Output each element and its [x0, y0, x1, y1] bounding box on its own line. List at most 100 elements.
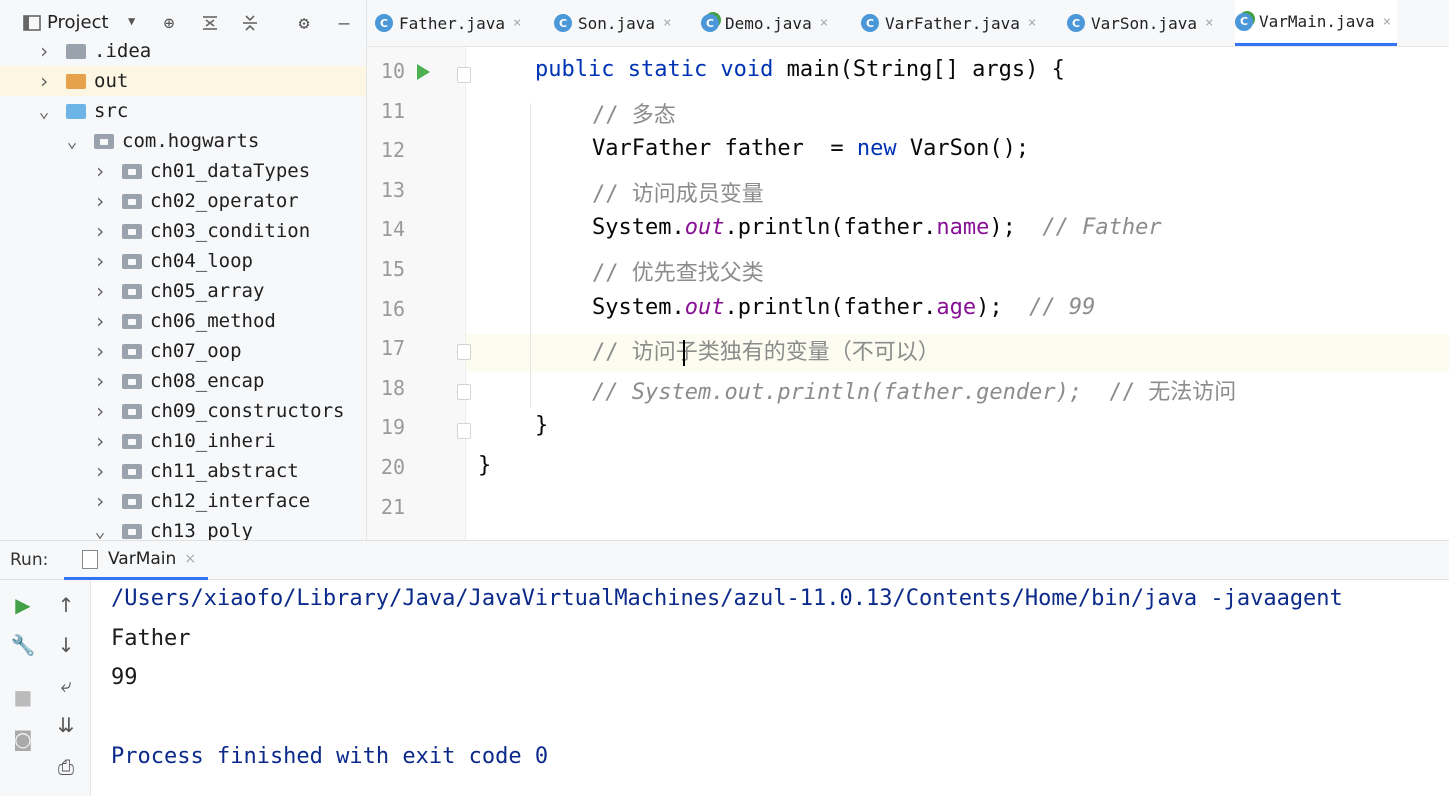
- chevron-right-icon[interactable]: ›: [92, 489, 108, 513]
- close-icon[interactable]: ×: [1205, 15, 1213, 31]
- chevron-right-icon[interactable]: ›: [92, 399, 108, 423]
- chevron-right-icon[interactable]: ›: [92, 429, 108, 453]
- code-editor[interactable]: 10 11 12 13 14 15 16 17 18 19 20 21 public static v…: [367, 47, 1449, 540]
- up-arrow-icon[interactable]: ↑: [53, 592, 79, 618]
- fold-marker-icon[interactable]: [457, 344, 471, 361]
- chevron-right-icon[interactable]: ›: [92, 189, 108, 213]
- chevron-down-icon[interactable]: ▼: [128, 14, 135, 28]
- chevron-right-icon[interactable]: ›: [92, 219, 108, 243]
- tree-item-ch12-interface[interactable]: › ch12_interface: [0, 486, 366, 516]
- folder-icon: [122, 194, 142, 209]
- tree-item-src[interactable]: ⌄ src: [0, 96, 366, 126]
- wrench-icon[interactable]: 🔧: [10, 632, 36, 658]
- close-icon[interactable]: ×: [1383, 14, 1391, 30]
- fold-marker-icon[interactable]: [457, 423, 471, 440]
- tree-item-ch02-operator[interactable]: › ch02_operator: [0, 186, 366, 216]
- tree-item-ch04-loop[interactable]: › ch04_loop: [0, 246, 366, 276]
- chevron-right-icon[interactable]: ›: [92, 159, 108, 183]
- code-line: // 多态: [592, 97, 676, 129]
- expand-all-icon[interactable]: [198, 11, 222, 35]
- gear-icon[interactable]: ⚙: [292, 11, 316, 35]
- tab-varfather[interactable]: C VarFather.java ×: [861, 0, 1042, 46]
- tree-item-ch11-abstract[interactable]: › ch11_abstract: [0, 456, 366, 486]
- tab-varmain[interactable]: C VarMain.java ×: [1235, 0, 1398, 46]
- chevron-right-icon[interactable]: ›: [92, 249, 108, 273]
- chevron-right-icon[interactable]: ›: [36, 39, 52, 63]
- run-gutter-icon[interactable]: [417, 64, 430, 80]
- scroll-to-end-icon[interactable]: ⇊: [53, 712, 79, 738]
- collapse-all-icon[interactable]: [238, 11, 262, 35]
- close-icon[interactable]: ×: [820, 15, 828, 31]
- code-token: VarSon();: [909, 136, 1030, 162]
- folder-icon: [122, 494, 142, 509]
- tree-item-idea[interactable]: › .idea: [0, 36, 366, 66]
- chevron-right-icon[interactable]: ›: [92, 369, 108, 393]
- chevron-right-icon[interactable]: ›: [92, 459, 108, 483]
- tree-item-label: ch09_constructors: [150, 400, 345, 422]
- tab-son[interactable]: C Son.java ×: [554, 0, 678, 46]
- code-line: }: [535, 413, 548, 438]
- line-number: 21: [380, 494, 405, 519]
- soft-wrap-icon[interactable]: ⤶: [53, 672, 79, 698]
- chevron-down-icon[interactable]: ⌄: [64, 131, 80, 152]
- tab-father[interactable]: C Father.java ×: [375, 0, 527, 46]
- folder-icon: [66, 74, 86, 89]
- line-gutter: 10 11 12 13 14 15 16 17 18 19 20 21: [367, 47, 471, 540]
- chevron-down-icon[interactable]: ⌄: [36, 101, 52, 122]
- tree-item-ch05-array[interactable]: › ch05_array: [0, 276, 366, 306]
- code-token: }: [535, 413, 549, 439]
- tree-item-ch03-condition[interactable]: › ch03_condition: [0, 216, 366, 246]
- down-arrow-icon[interactable]: ↓: [53, 632, 79, 658]
- tree-item-ch06-method[interactable]: › ch06_method: [0, 306, 366, 336]
- project-title[interactable]: Project: [47, 12, 109, 33]
- tree-item-ch01-datatypes[interactable]: › ch01_dataTypes: [0, 156, 366, 186]
- tab-demo[interactable]: C Demo.java ×: [701, 0, 834, 46]
- tree-item-out[interactable]: › out: [0, 66, 366, 96]
- stop-icon[interactable]: ■: [10, 684, 36, 710]
- chevron-right-icon[interactable]: ›: [92, 339, 108, 363]
- tree-item-ch13-poly[interactable]: ⌄ ch13_poly: [0, 516, 366, 540]
- tree-item-label: com.hogwarts: [122, 130, 260, 152]
- console-output[interactable]: /Users/xiaofo/Library/Java/JavaVirtualMa…: [91, 580, 1449, 796]
- code-line: public static void main(String[] args) {: [535, 57, 1065, 82]
- hide-icon[interactable]: —: [332, 11, 356, 35]
- fold-marker-icon[interactable]: [457, 67, 471, 83]
- project-view-icon[interactable]: [20, 11, 44, 35]
- tree-item-com-hogwarts[interactable]: ⌄ com.hogwarts: [0, 126, 366, 156]
- tree-item-ch09-constructors[interactable]: › ch09_constructors: [0, 396, 366, 426]
- line-number: 19: [380, 415, 405, 440]
- folder-icon: [122, 524, 142, 539]
- line-number: 16: [380, 296, 405, 321]
- indent-guide: [530, 103, 531, 408]
- console-line: Father: [111, 625, 191, 651]
- tree-item-ch07-oop[interactable]: › ch07_oop: [0, 336, 366, 366]
- camera-icon[interactable]: ◙: [10, 726, 36, 752]
- close-icon[interactable]: ×: [513, 15, 521, 31]
- close-icon[interactable]: ×: [184, 551, 196, 567]
- code-line: // 优先查找父类: [592, 255, 764, 287]
- tree-item-ch10-inheri[interactable]: › ch10_inheri: [0, 426, 366, 456]
- chevron-right-icon[interactable]: ›: [92, 279, 108, 303]
- locate-icon[interactable]: ⊕: [157, 11, 181, 35]
- rerun-icon[interactable]: ▶: [10, 592, 36, 618]
- line-number: 18: [380, 375, 405, 400]
- tree-item-label: ch10_inheri: [150, 430, 276, 452]
- tree-item-label: ch12_interface: [150, 490, 311, 512]
- run-tab-varmain[interactable]: VarMain ×: [64, 541, 209, 580]
- tab-varson[interactable]: C VarSon.java ×: [1067, 0, 1219, 46]
- folder-icon: [122, 284, 142, 299]
- folder-icon: [122, 224, 142, 239]
- chevron-right-icon[interactable]: ›: [92, 309, 108, 333]
- close-icon[interactable]: ×: [1028, 15, 1036, 31]
- close-icon[interactable]: ×: [663, 15, 671, 31]
- run-config-icon: [82, 549, 98, 569]
- console-line: /Users/xiaofo/Library/Java/JavaVirtualMa…: [111, 586, 1343, 611]
- chevron-right-icon[interactable]: ›: [36, 69, 52, 93]
- fold-marker-icon[interactable]: [457, 383, 471, 400]
- code-token: );: [989, 215, 1043, 241]
- chevron-down-icon[interactable]: ⌄: [92, 521, 108, 541]
- tree-item-ch08-encap[interactable]: › ch08_encap: [0, 366, 366, 396]
- run-panel-header: Run: VarMain ×: [0, 540, 1449, 580]
- tree-item-label: ch06_method: [150, 310, 276, 332]
- print-icon[interactable]: ⎙: [53, 754, 79, 780]
